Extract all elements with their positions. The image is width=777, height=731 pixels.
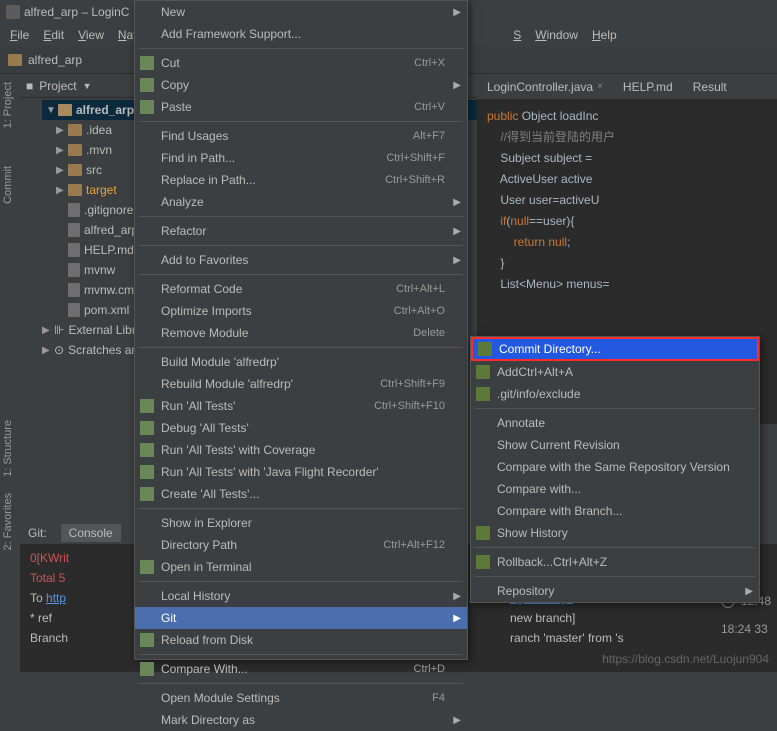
menu-reload-from-disk[interactable]: Reload from Disk xyxy=(135,629,467,651)
git--git-info-exclude[interactable]: .git/info/exclude xyxy=(471,383,759,405)
menu-compare-with-[interactable]: Compare With...Ctrl+D xyxy=(135,658,467,680)
cut-icon xyxy=(140,56,154,70)
menu-replace-in-path-[interactable]: Replace in Path...Ctrl+Shift+R xyxy=(135,169,467,191)
left-gutter: 1: Project Commit 1: Structure 2: Favori… xyxy=(0,74,20,494)
git-show-current-revision: Show Current Revision xyxy=(471,434,759,456)
side-tab-structure[interactable]: 1: Structure xyxy=(0,412,16,485)
side-tab-commit[interactable]: Commit xyxy=(0,158,16,212)
menu-show-in-explorer[interactable]: Show in Explorer xyxy=(135,512,467,534)
menu-add-to-favorites[interactable]: Add to Favorites▶ xyxy=(135,249,467,271)
menu-file[interactable]: File xyxy=(4,26,35,44)
title-text: alfred_arp – LoginC xyxy=(24,5,129,19)
menu-view[interactable]: View xyxy=(72,26,110,44)
menu-help[interactable]: Help xyxy=(586,26,623,44)
debug-icon xyxy=(140,421,154,435)
terminal-icon xyxy=(140,560,154,574)
menu-create-all-tests-[interactable]: Create 'All Tests'... xyxy=(135,483,467,505)
menu-window[interactable]: Window xyxy=(529,26,584,44)
menu-run-all-tests-with-java-flight-recorder-[interactable]: Run 'All Tests' with 'Java Flight Record… xyxy=(135,461,467,483)
tab-help[interactable]: HELP.md xyxy=(613,74,683,99)
folder-icon xyxy=(8,54,22,66)
menu-directory-path[interactable]: Directory PathCtrl+Alt+F12 xyxy=(135,534,467,556)
arrow-icon: ▼ xyxy=(46,105,54,116)
menu-copy[interactable]: Copy▶ xyxy=(135,74,467,96)
menu-find-in-path-[interactable]: Find in Path...Ctrl+Shift+F xyxy=(135,147,467,169)
menu-refactor[interactable]: Refactor▶ xyxy=(135,220,467,242)
code-area[interactable]: public Object loadInc //得到当前登陆的用户 Subjec… xyxy=(477,100,777,301)
menu-run-all-tests-[interactable]: Run 'All Tests'Ctrl+Shift+F10 xyxy=(135,395,467,417)
editor-tabs: LoginController.java× HELP.md Result xyxy=(477,74,777,100)
menu-remove-module[interactable]: Remove ModuleDelete xyxy=(135,322,467,344)
coverage-icon xyxy=(140,443,154,457)
side-tab-project[interactable]: 1: Project xyxy=(0,74,16,136)
menu-edit[interactable]: Edit xyxy=(37,26,70,44)
git-repository[interactable]: Repository▶ xyxy=(471,580,759,602)
menu-git[interactable]: Git▶ xyxy=(135,607,467,629)
git-add[interactable]: AddCtrl+Alt+A xyxy=(471,361,759,383)
menu-local-history[interactable]: Local History▶ xyxy=(135,585,467,607)
menu-open-in-terminal[interactable]: Open in Terminal xyxy=(135,556,467,578)
side-tab-favorites[interactable]: 2: Favorites xyxy=(0,485,16,558)
menu-open-module-settings[interactable]: Open Module SettingsF4 xyxy=(135,687,467,709)
compare-icon xyxy=(140,662,154,676)
git-compare-with-[interactable]: Compare with... xyxy=(471,478,759,500)
tab-console[interactable]: Console xyxy=(61,524,121,542)
exclude-icon xyxy=(476,387,490,401)
git-rollback-[interactable]: Rollback...Ctrl+Alt+Z xyxy=(471,551,759,573)
close-icon[interactable]: × xyxy=(597,81,603,92)
menu-find-usages[interactable]: Find UsagesAlt+F7 xyxy=(135,125,467,147)
add-icon xyxy=(476,365,490,379)
git-compare-with-branch-[interactable]: Compare with Branch... xyxy=(471,500,759,522)
commit-icon xyxy=(478,342,492,356)
watermark: https://blog.csdn.net/Luojun904 xyxy=(602,652,769,666)
menu-debug-all-tests-[interactable]: Debug 'All Tests' xyxy=(135,417,467,439)
menu-analyze[interactable]: Analyze▶ xyxy=(135,191,467,213)
run-icon xyxy=(140,399,154,413)
menu-new[interactable]: New▶ xyxy=(135,1,467,23)
history-icon xyxy=(476,526,490,540)
app-icon xyxy=(6,5,20,19)
tab-login[interactable]: LoginController.java× xyxy=(477,74,613,99)
menu-paste[interactable]: PasteCtrl+V xyxy=(135,96,467,118)
copy-icon xyxy=(140,78,154,92)
paste-icon xyxy=(140,100,154,114)
reload-icon xyxy=(140,633,154,647)
menu-cut[interactable]: CutCtrl+X xyxy=(135,52,467,74)
tab-result[interactable]: Result xyxy=(683,74,737,99)
menu-build-module-alfred-arp-[interactable]: Build Module 'alfredrp' xyxy=(135,351,467,373)
module-icon xyxy=(58,104,72,116)
menu-rebuild-module-alfred-arp-[interactable]: Rebuild Module 'alfredrp'Ctrl+Shift+F9 xyxy=(135,373,467,395)
menu-add-framework-support-[interactable]: Add Framework Support... xyxy=(135,23,467,45)
git-annotate: Annotate xyxy=(471,412,759,434)
jfr-icon xyxy=(140,465,154,479)
context-menu: New▶Add Framework Support... CutCtrl+XCop… xyxy=(134,0,468,660)
git-compare-with-the-same-repository-version: Compare with the Same Repository Version xyxy=(471,456,759,478)
menu-mark-directory-as[interactable]: Mark Directory as▶ xyxy=(135,709,467,731)
menu-s[interactable]: S xyxy=(507,26,527,44)
create-run-icon xyxy=(140,487,154,501)
menu-optimize-imports[interactable]: Optimize ImportsCtrl+Alt+O xyxy=(135,300,467,322)
menu-run-all-tests-with-coverage[interactable]: Run 'All Tests' with Coverage xyxy=(135,439,467,461)
breadcrumb[interactable]: alfred_arp xyxy=(28,53,82,67)
menu-reformat-code[interactable]: Reformat CodeCtrl+Alt+L xyxy=(135,278,467,300)
git-submenu: Commit Directory...AddCtrl+Alt+A.git/inf… xyxy=(470,336,760,603)
rollback-icon xyxy=(476,555,490,569)
git-show-history[interactable]: Show History xyxy=(471,522,759,544)
git-commit-directory-[interactable]: Commit Directory... xyxy=(471,337,759,361)
